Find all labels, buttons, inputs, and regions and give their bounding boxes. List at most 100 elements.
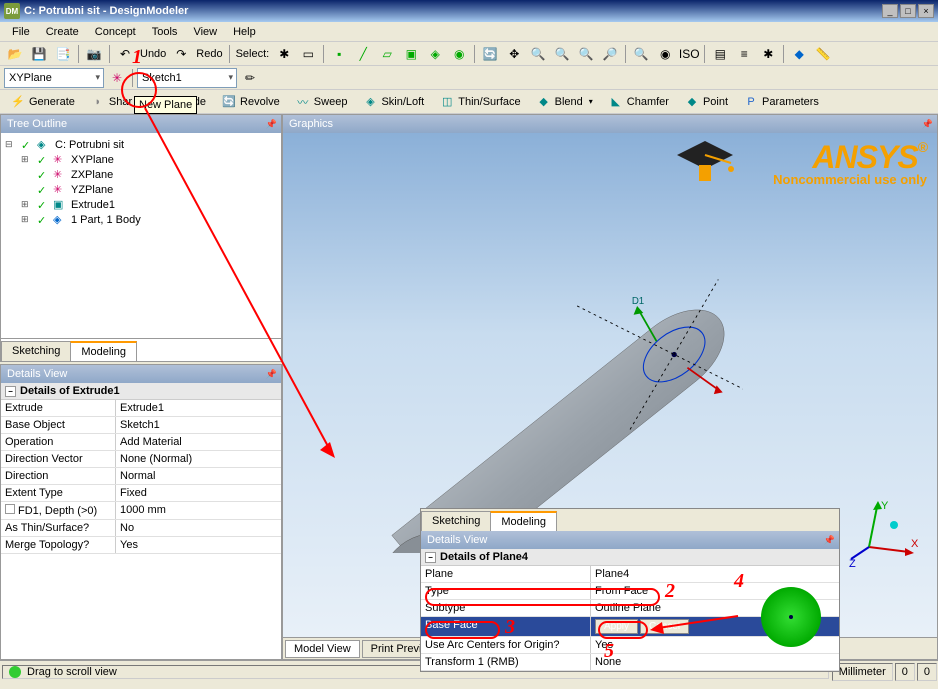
svg-text:Y: Y xyxy=(881,500,889,512)
select-box-icon[interactable]: ▭ xyxy=(297,44,319,64)
save-icon[interactable]: 💾 xyxy=(28,44,50,64)
tree-item-parts[interactable]: ⊞✓◈1 Part, 1 Body xyxy=(5,212,277,227)
parameters-button[interactable]: PParameters xyxy=(737,92,826,112)
menu-concept[interactable]: Concept xyxy=(87,24,144,40)
left-tabs: Sketching Modeling xyxy=(1,338,281,361)
zoom-in-icon[interactable]: 🔍 xyxy=(527,44,549,64)
close-button[interactable]: × xyxy=(918,4,934,18)
selected-face-icon xyxy=(758,584,824,650)
tree-item-xyplane[interactable]: ⊞✓✳XYPlane xyxy=(5,152,277,167)
minimize-button[interactable]: _ xyxy=(882,4,898,18)
iso-icon[interactable]: ISO xyxy=(678,44,700,64)
blend-button[interactable]: ◆Blend▾ xyxy=(530,92,600,112)
triad[interactable]: X Y Z xyxy=(849,497,919,567)
zoom-fit-icon[interactable]: 🔍 xyxy=(575,44,597,64)
menu-view[interactable]: View xyxy=(185,24,225,40)
collapse-icon[interactable]: − xyxy=(425,552,436,563)
pan-icon[interactable]: ✥ xyxy=(503,44,525,64)
body-icon: ◈ xyxy=(53,213,67,226)
menu-file[interactable]: File xyxy=(4,24,38,40)
details-header: Details View📌 xyxy=(1,365,281,383)
detail-row[interactable]: Direction VectorNone (Normal) xyxy=(1,451,281,468)
color-icon[interactable]: ◆ xyxy=(788,44,810,64)
display-face-icon[interactable]: ▤ xyxy=(709,44,731,64)
detail-row[interactable]: OperationAdd Material xyxy=(1,434,281,451)
rotate-icon[interactable]: 🔄 xyxy=(479,44,501,64)
zoom-out-icon[interactable]: 🔍 xyxy=(551,44,573,64)
tree-item-yzplane[interactable]: ✓✳YZPlane xyxy=(5,182,277,197)
callout-row-transform[interactable]: Transform 1 (RMB)None xyxy=(421,654,839,671)
tooltip-new-plane: New Plane xyxy=(134,96,197,114)
titlebar: DM C: Potrubni sit - DesignModeler _ □ × xyxy=(0,0,938,22)
open-icon[interactable]: 📂 xyxy=(4,44,26,64)
tree-item-zxplane[interactable]: ✓✳ZXPlane xyxy=(5,167,277,182)
display-vertex-icon[interactable]: ✱ xyxy=(757,44,779,64)
ready-indicator-icon xyxy=(9,666,21,678)
tab-model-view[interactable]: Model View xyxy=(285,640,360,658)
tree-outline-panel: Tree Outline📌 ⊟✓◈C: Potrubni sit ⊞✓✳XYPl… xyxy=(0,114,282,362)
pin-icon[interactable]: 📌 xyxy=(824,535,835,546)
detail-row[interactable]: As Thin/Surface?No xyxy=(1,520,281,537)
point-button[interactable]: ◆Point xyxy=(678,92,735,112)
detail-row[interactable]: Base ObjectSketch1 xyxy=(1,417,281,434)
ansys-logo: ANSYS® Noncommercial use only xyxy=(773,139,927,187)
select-point-icon[interactable]: ▪ xyxy=(328,44,350,64)
collapse-icon[interactable]: − xyxy=(5,386,16,397)
thin-button[interactable]: ◫Thin/Surface xyxy=(433,92,527,112)
detail-row[interactable]: ExtrudeExtrude1 xyxy=(1,400,281,417)
anno-4: 4 xyxy=(734,570,744,593)
plane-icon: ✳ xyxy=(53,153,67,166)
detail-row[interactable]: Extent TypeFixed xyxy=(1,485,281,502)
select-node-icon[interactable]: ✱ xyxy=(273,44,295,64)
detail-row[interactable]: DirectionNormal xyxy=(1,468,281,485)
select-body3-icon[interactable]: ◉ xyxy=(448,44,470,64)
skinloft-button[interactable]: ◈Skin/Loft xyxy=(356,92,431,112)
tab-sketching[interactable]: Sketching xyxy=(1,341,71,361)
callout-tab-sketching[interactable]: Sketching xyxy=(421,511,491,531)
callout-row-plane[interactable]: PlanePlane4 xyxy=(421,566,839,583)
image-icon[interactable]: 📷 xyxy=(83,44,105,64)
maximize-button[interactable]: □ xyxy=(900,4,916,18)
lookat2-icon[interactable]: ◉ xyxy=(654,44,676,64)
display-edge-icon[interactable]: ≡ xyxy=(733,44,755,64)
sketch-dropdown[interactable]: Sketch1 xyxy=(137,68,237,88)
revolve-button[interactable]: 🔄Revolve xyxy=(215,92,287,112)
callout-tab-modeling[interactable]: Modeling xyxy=(490,511,557,531)
menu-create[interactable]: Create xyxy=(38,24,87,40)
select-body2-icon[interactable]: ◈ xyxy=(424,44,446,64)
menu-tools[interactable]: Tools xyxy=(144,24,186,40)
detail-row[interactable]: FD1, Depth (>0)1000 mm xyxy=(1,502,281,520)
pin-icon[interactable]: 📌 xyxy=(266,369,277,380)
svg-text:X: X xyxy=(911,538,919,550)
select-body-icon[interactable]: ▣ xyxy=(400,44,422,64)
pin-icon[interactable]: 📌 xyxy=(266,119,277,130)
share-button[interactable]: ◗Shar xyxy=(84,92,139,112)
checkbox-icon[interactable] xyxy=(5,504,15,514)
callout-caption[interactable]: −Details of Plane4 xyxy=(421,549,839,566)
menu-help[interactable]: Help xyxy=(225,24,264,40)
new-sketch-icon[interactable]: ✏ xyxy=(239,68,261,88)
tab-modeling[interactable]: Modeling xyxy=(70,341,137,361)
tree-outline-header: Tree Outline📌 xyxy=(1,115,281,133)
plane-dropdown[interactable]: XYPlane xyxy=(4,68,104,88)
tree-item-extrude[interactable]: ⊞✓▣Extrude1 xyxy=(5,197,277,212)
params-icon: P xyxy=(744,95,758,109)
new-plane-icon[interactable]: ✳ xyxy=(106,68,128,88)
zoom-sel-icon[interactable]: 🔎 xyxy=(599,44,621,64)
pin-icon[interactable]: 📌 xyxy=(922,119,933,130)
apply-button[interactable]: Apply xyxy=(595,619,638,634)
detail-row[interactable]: Merge Topology?Yes xyxy=(1,537,281,554)
export-icon[interactable]: 📑 xyxy=(52,44,74,64)
details-caption[interactable]: −Details of Extrude1 xyxy=(1,383,281,400)
sweep-button[interactable]: 〰Sweep xyxy=(289,92,355,112)
cancel-button[interactable]: Cancel xyxy=(640,619,689,634)
ruler-icon[interactable]: 📏 xyxy=(812,44,834,64)
dimension-label: D1 xyxy=(632,296,644,307)
tree-root[interactable]: ⊟✓◈C: Potrubni sit xyxy=(5,137,277,152)
select-edge-icon[interactable]: ╱ xyxy=(352,44,374,64)
chamfer-button[interactable]: ◣Chamfer xyxy=(602,92,676,112)
lookat-icon[interactable]: 🔍 xyxy=(630,44,652,64)
redo-icon[interactable]: ↷ xyxy=(170,44,192,64)
generate-button[interactable]: ⚡Generate xyxy=(4,92,82,112)
select-face-icon[interactable]: ▱ xyxy=(376,44,398,64)
